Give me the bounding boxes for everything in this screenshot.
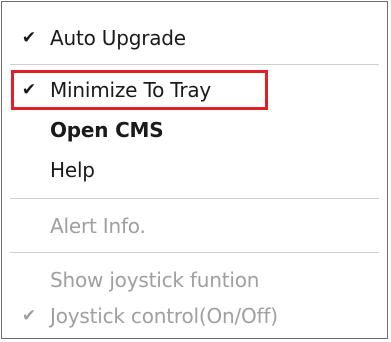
menu-item-label: Open CMS (50, 118, 164, 142)
checkmark-icon: ✔ (21, 79, 37, 100)
menu-item-open-cms[interactable]: Open CMS (2, 110, 387, 150)
menu-separator (10, 252, 379, 253)
menu-item-alert-info[interactable]: Alert Info. (2, 206, 387, 246)
menu-separator (10, 198, 379, 199)
menu-item-auto-upgrade[interactable]: ✔ Auto Upgrade (2, 18, 387, 58)
menu-item-label: Auto Upgrade (50, 26, 186, 50)
menu-item-label: Help (50, 158, 95, 182)
menu-item-label: Alert Info. (50, 214, 146, 238)
checkmark-icon: ✔ (21, 305, 37, 326)
menu-item-joystick-control[interactable]: ✔ Joystick control(On/Off) (2, 296, 387, 336)
context-menu: ✔ Auto Upgrade ✔ Minimize To Tray Open C… (1, 1, 388, 339)
checkmark-icon: ✔ (21, 27, 37, 48)
menu-item-label: Joystick control(On/Off) (50, 304, 278, 328)
menu-item-label: Show joystick funtion (50, 268, 260, 292)
menu-item-show-joystick-function[interactable]: Show joystick funtion (2, 260, 387, 300)
menu-item-minimize-to-tray[interactable]: ✔ Minimize To Tray (2, 70, 387, 110)
menu-item-help[interactable]: Help (2, 150, 387, 190)
menu-item-label: Minimize To Tray (50, 78, 212, 102)
menu-separator (10, 64, 379, 65)
